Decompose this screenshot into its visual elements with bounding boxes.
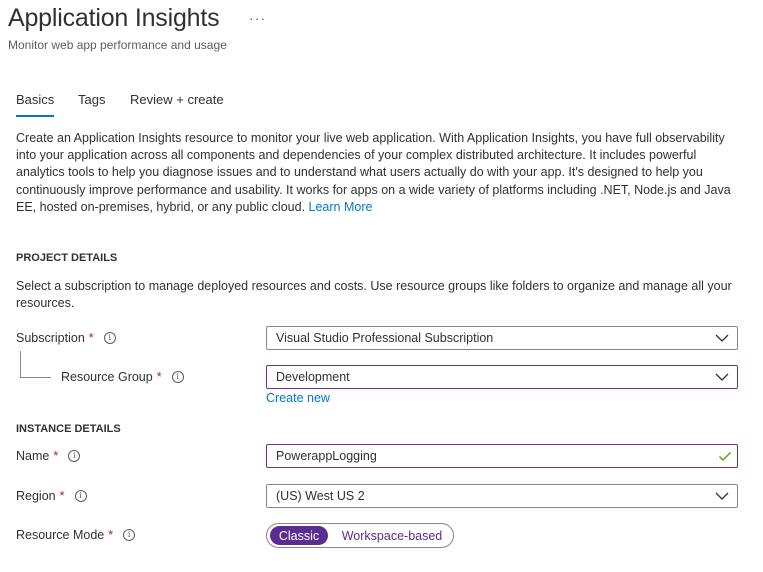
- resource-group-value: Development: [276, 370, 350, 384]
- intro-text: Create an Application Insights resource …: [16, 130, 736, 216]
- chevron-down-icon: [715, 373, 729, 381]
- subscription-label-text: Subscription: [16, 331, 85, 345]
- resource-mode-classic-option[interactable]: Classic: [270, 526, 328, 545]
- required-marker: *: [53, 449, 59, 463]
- learn-more-link[interactable]: Learn More: [309, 200, 373, 214]
- info-icon[interactable]: i: [68, 450, 81, 462]
- instance-details-heading: INSTANCE DETAILS: [16, 423, 121, 435]
- info-icon[interactable]: i: [123, 529, 136, 541]
- name-label-text: Name: [16, 449, 50, 463]
- tab-review-create[interactable]: Review + create: [130, 92, 224, 107]
- name-input[interactable]: PowerappLogging: [266, 444, 738, 468]
- tree-connector: [20, 351, 21, 377]
- region-label: Region * i: [16, 489, 87, 503]
- name-label: Name * i: [16, 449, 81, 463]
- intro-body: Create an Application Insights resource …: [16, 131, 731, 214]
- required-marker: *: [88, 331, 94, 345]
- tab-tags[interactable]: Tags: [78, 92, 105, 107]
- region-label-text: Region: [16, 489, 56, 503]
- create-new-link[interactable]: Create new: [266, 391, 330, 405]
- resource-group-label: Resource Group * i: [61, 370, 184, 384]
- subscription-value: Visual Studio Professional Subscription: [276, 331, 494, 345]
- chevron-down-icon: [715, 334, 729, 342]
- project-details-description: Select a subscription to manage deployed…: [16, 279, 732, 310]
- info-icon[interactable]: i: [74, 490, 87, 502]
- required-marker: *: [156, 370, 162, 384]
- resource-mode-workspace-option[interactable]: Workspace-based: [337, 526, 447, 545]
- resource-group-label-text: Resource Group: [61, 370, 153, 384]
- page-title: Application Insights: [8, 4, 220, 32]
- tree-connector-branch: [20, 377, 51, 378]
- subscription-dropdown[interactable]: Visual Studio Professional Subscription: [266, 326, 738, 350]
- info-icon[interactable]: i: [103, 332, 116, 344]
- checkmark-icon: [719, 452, 731, 461]
- name-value: PowerappLogging: [276, 449, 377, 463]
- tab-basics[interactable]: Basics: [16, 92, 55, 117]
- required-marker: *: [59, 489, 65, 503]
- resource-mode-label-text: Resource Mode: [16, 528, 105, 542]
- subscription-label: Subscription * i: [16, 331, 116, 345]
- info-icon[interactable]: i: [171, 371, 184, 383]
- resource-group-dropdown[interactable]: Development: [266, 365, 738, 389]
- required-marker: *: [108, 528, 114, 542]
- page-subtitle: Monitor web app performance and usage: [8, 38, 227, 52]
- resource-mode-label: Resource Mode * i: [16, 528, 136, 542]
- region-dropdown[interactable]: (US) West US 2: [266, 484, 738, 508]
- project-details-heading: PROJECT DETAILS: [16, 252, 118, 264]
- region-value: (US) West US 2: [276, 489, 365, 503]
- chevron-down-icon: [715, 492, 729, 500]
- resource-mode-toggle: Classic Workspace-based: [266, 523, 454, 548]
- more-options-button[interactable]: ···: [249, 10, 266, 26]
